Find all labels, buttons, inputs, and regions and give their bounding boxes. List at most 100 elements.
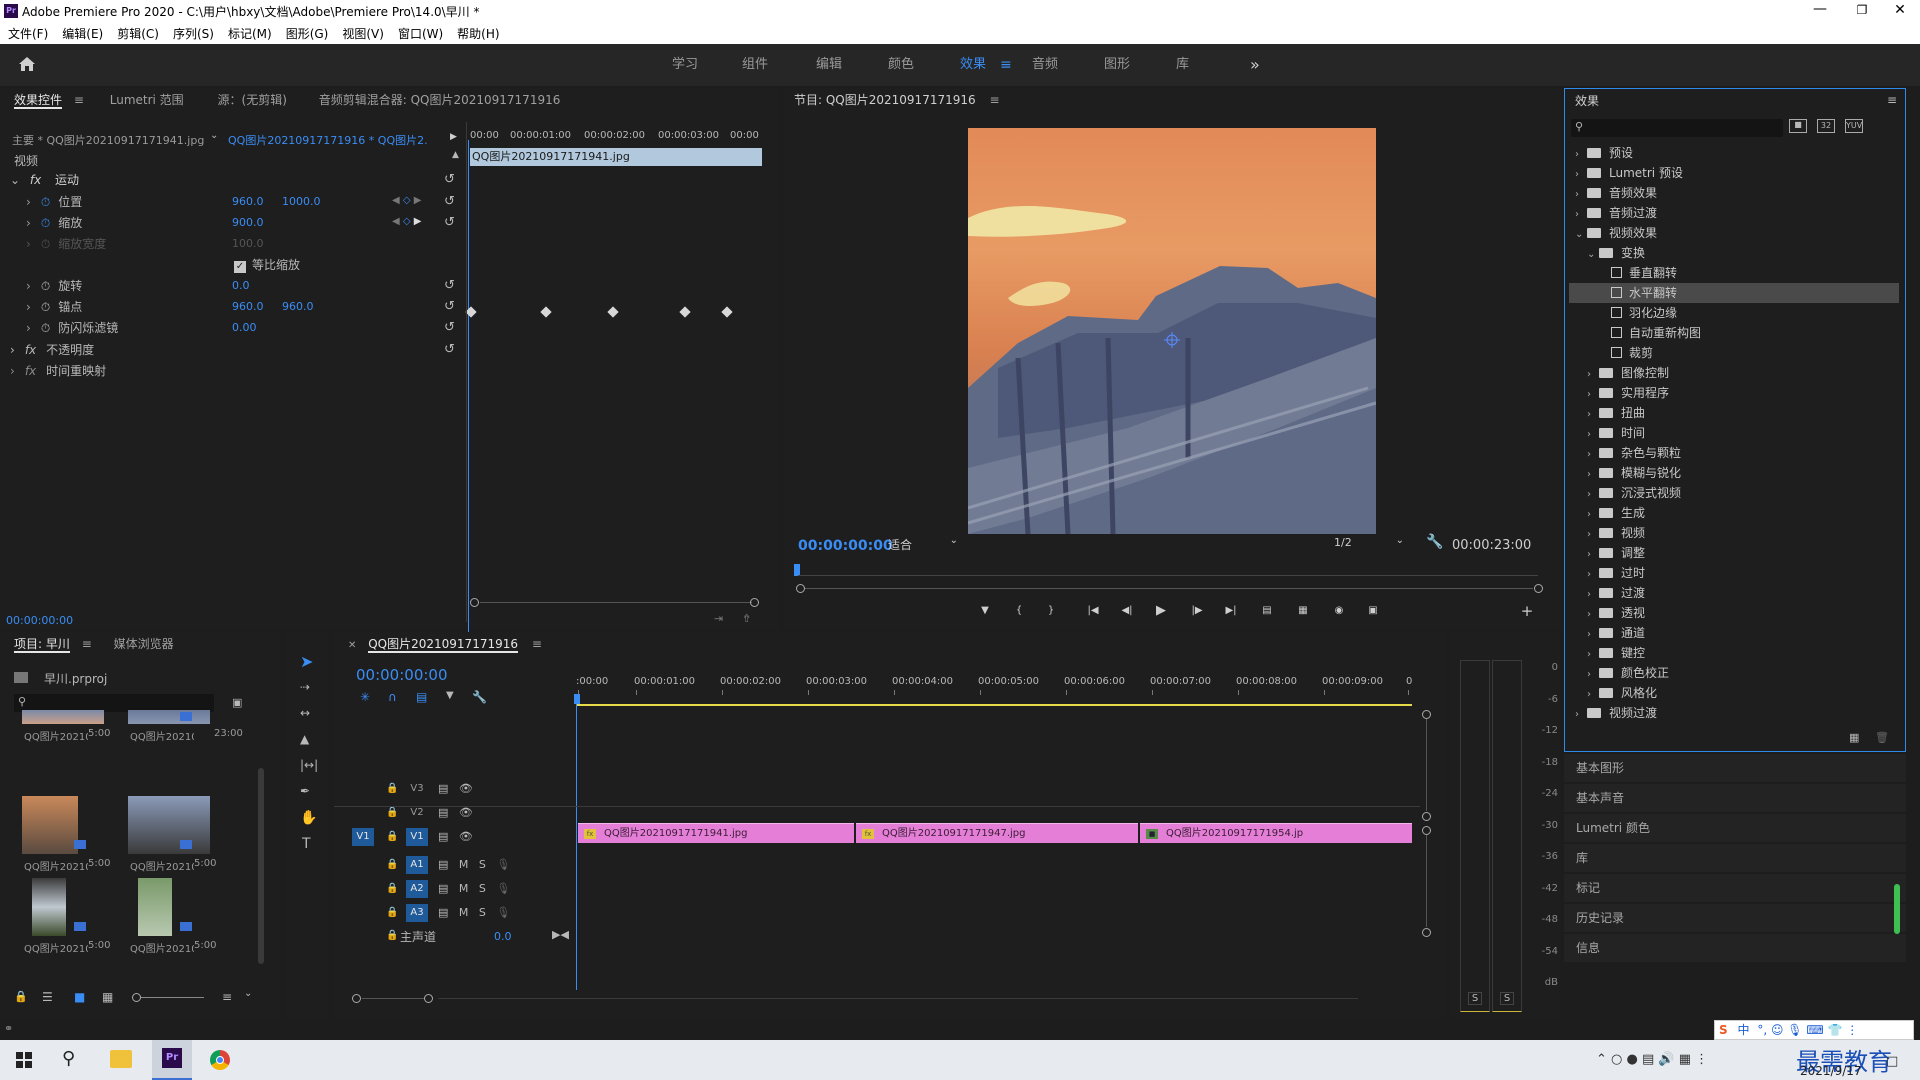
a-scroll-track[interactable] bbox=[1426, 835, 1427, 927]
lift-icon[interactable]: ▤ bbox=[1258, 602, 1276, 620]
chevron-right-icon[interactable]: › bbox=[1587, 485, 1599, 505]
chevron-right-icon[interactable]: › bbox=[1587, 625, 1599, 645]
effect-tree-item[interactable]: › 时间 bbox=[1569, 423, 1899, 443]
effect-tree-item[interactable]: › 杂色与颗粒 bbox=[1569, 443, 1899, 463]
chevron-right-icon[interactable]: › bbox=[1587, 525, 1599, 545]
chevron-right-icon[interactable]: › bbox=[1587, 685, 1599, 705]
zoom-slider[interactable] bbox=[132, 993, 204, 1002]
program-ruler[interactable] bbox=[798, 570, 1538, 576]
timeline-timecode[interactable]: 00:00:00:00 bbox=[356, 666, 448, 684]
file-explorer-icon[interactable] bbox=[110, 1050, 132, 1068]
workspace-tab[interactable]: 组件 bbox=[742, 44, 768, 86]
chevron-right-icon[interactable]: › bbox=[1587, 645, 1599, 665]
clip-thumbnail[interactable] bbox=[22, 796, 78, 854]
timeline-playhead-icon[interactable] bbox=[574, 694, 580, 704]
nest-icon[interactable]: ✳ bbox=[360, 690, 370, 704]
windows-start-icon[interactable] bbox=[16, 1052, 32, 1068]
expand-chevron-icon[interactable]: › bbox=[26, 279, 31, 293]
workspace-tab[interactable]: 效果 bbox=[960, 44, 986, 86]
param-value[interactable]: 960.0 bbox=[232, 195, 264, 208]
panel-menu-icon[interactable]: ≡ bbox=[532, 637, 542, 651]
ripple-edit-icon[interactable]: ↔ bbox=[300, 706, 310, 720]
opacity-row[interactable]: › fx 不透明度 bbox=[10, 340, 94, 360]
add-marker-icon[interactable]: ▼ bbox=[976, 602, 994, 620]
param-row[interactable]: › ⏱ 锚点 bbox=[26, 297, 82, 317]
chevron-right-icon[interactable]: › bbox=[1575, 205, 1587, 225]
menu-item[interactable]: 标记(M) bbox=[228, 27, 272, 41]
param-value[interactable]: 0.0 bbox=[232, 279, 250, 292]
master-end-icon[interactable]: ▶◀ bbox=[552, 928, 569, 941]
panel-menu-icon[interactable]: ≡ bbox=[74, 93, 84, 107]
tab-project[interactable]: 项目: 早川 bbox=[14, 637, 70, 653]
lock-icon[interactable]: 🔒 bbox=[14, 990, 28, 1003]
type-tool-icon[interactable]: T bbox=[302, 836, 311, 852]
system-tray[interactable]: ⌃ ○ ● ▤ 🔊 ▦ ⋮ bbox=[1596, 1052, 1708, 1067]
keyframe-navigator[interactable]: ◀ ◇ ▶ bbox=[392, 216, 421, 227]
step-forward-icon[interactable]: |▶ bbox=[1188, 602, 1206, 620]
checkbox-icon[interactable]: ✓ bbox=[234, 261, 246, 273]
minimize-button[interactable]: — bbox=[1800, 0, 1840, 22]
program-video-frame[interactable] bbox=[968, 128, 1376, 534]
param-row[interactable]: › ⏱ 防闪烁滤镜 bbox=[26, 318, 118, 338]
param-value[interactable]: 0.00 bbox=[232, 321, 257, 334]
ec-timecode[interactable]: 00:00:00:00 bbox=[6, 614, 73, 627]
tab-audio-mixer[interactable]: 音频剪辑混合器: QQ图片20210917171916 bbox=[319, 93, 561, 107]
menu-item[interactable]: 编辑(E) bbox=[62, 27, 103, 41]
panel-menu-icon[interactable]: ≡ bbox=[1887, 93, 1897, 107]
workspace-tab[interactable]: 编辑 bbox=[816, 44, 842, 86]
motion-row[interactable]: ⌄ fx 运动 bbox=[10, 170, 79, 190]
chevron-down-icon[interactable]: ⌄ bbox=[210, 130, 218, 141]
effect-tree-item[interactable]: › 通道 bbox=[1569, 623, 1899, 643]
comparison-view-icon[interactable]: ▣ bbox=[1364, 602, 1382, 620]
collapsed-panel-header[interactable]: 历史记录 bbox=[1564, 904, 1906, 932]
ec-playhead[interactable] bbox=[468, 140, 469, 690]
add-button-icon[interactable]: + bbox=[1518, 602, 1536, 620]
collapsed-panel-header[interactable]: 信息 bbox=[1564, 934, 1906, 962]
expand-chevron-icon[interactable]: ⌄ bbox=[10, 173, 20, 187]
effect-tree-item[interactable]: 裁剪 bbox=[1569, 343, 1899, 363]
param-value[interactable]: 900.0 bbox=[232, 216, 264, 229]
param-row[interactable]: › ⏱ 缩放宽度 bbox=[26, 234, 106, 254]
32bit-effects-icon[interactable]: 32 bbox=[1817, 119, 1835, 133]
chevron-right-icon[interactable]: › bbox=[1587, 665, 1599, 685]
stopwatch-icon[interactable]: ⏱ bbox=[41, 279, 50, 293]
home-icon[interactable] bbox=[18, 56, 36, 72]
chevron-down-icon[interactable]: ⌄ bbox=[1587, 245, 1599, 265]
v-scroll-bottom-icon[interactable] bbox=[1422, 812, 1431, 821]
effect-tree-item[interactable]: › 视频过渡 bbox=[1569, 703, 1899, 723]
track-output-controls[interactable]: ▤ 👁 bbox=[438, 830, 473, 843]
param-row[interactable]: › ⏱ 旋转 bbox=[26, 276, 82, 296]
effect-tree-item[interactable]: › 音频效果 bbox=[1569, 183, 1899, 203]
reset-icon[interactable]: ↺ bbox=[444, 278, 455, 293]
timeline-tab[interactable]: QQ图片20210917171916 bbox=[368, 637, 518, 653]
param-row[interactable]: › ⏱ 缩放 bbox=[26, 213, 82, 233]
effect-tree-item[interactable]: › 实用程序 bbox=[1569, 383, 1899, 403]
chevron-right-icon[interactable]: › bbox=[1587, 465, 1599, 485]
h-scroll-left-icon[interactable] bbox=[352, 994, 361, 1003]
close-window-button[interactable]: ✕ bbox=[1880, 0, 1920, 22]
expand-chevron-icon[interactable]: › bbox=[26, 300, 31, 314]
chevron-right-icon[interactable]: › bbox=[1575, 165, 1587, 185]
chevron-right-icon[interactable]: › bbox=[1587, 385, 1599, 405]
stopwatch-icon[interactable]: ⏱ bbox=[41, 195, 50, 209]
search-icon[interactable]: ⚲ bbox=[62, 1048, 75, 1069]
chevron-right-icon[interactable]: › bbox=[1587, 505, 1599, 525]
source-patch-a1[interactable]: A1 bbox=[352, 856, 374, 874]
track-target-a2[interactable]: A2 bbox=[406, 880, 428, 898]
lock-icon[interactable]: 🔒 bbox=[386, 907, 398, 918]
mark-out-icon[interactable]: } bbox=[1042, 602, 1060, 620]
menu-item[interactable]: 文件(F) bbox=[8, 27, 48, 41]
effect-tree-item[interactable]: › 图像控制 bbox=[1569, 363, 1899, 383]
reset-icon[interactable]: ↺ bbox=[444, 299, 455, 314]
track-audio-controls[interactable]: ▤ M S 🎙 bbox=[438, 858, 510, 871]
pen-tool-icon[interactable]: ✒ bbox=[300, 784, 310, 798]
menu-item[interactable]: 图形(G) bbox=[286, 27, 329, 41]
chevron-right-icon[interactable]: › bbox=[1587, 445, 1599, 465]
export-frame-icon[interactable]: ◉ bbox=[1330, 602, 1348, 620]
delete-icon[interactable]: 🗑 bbox=[1875, 731, 1889, 744]
play-icon[interactable]: ▶ bbox=[1152, 602, 1170, 620]
solo-left-button[interactable]: S bbox=[1468, 992, 1482, 1005]
menu-item[interactable]: 窗口(W) bbox=[398, 27, 443, 41]
chevron-right-icon[interactable]: › bbox=[1575, 145, 1587, 165]
new-bin-icon[interactable]: ▦ bbox=[1849, 731, 1859, 744]
